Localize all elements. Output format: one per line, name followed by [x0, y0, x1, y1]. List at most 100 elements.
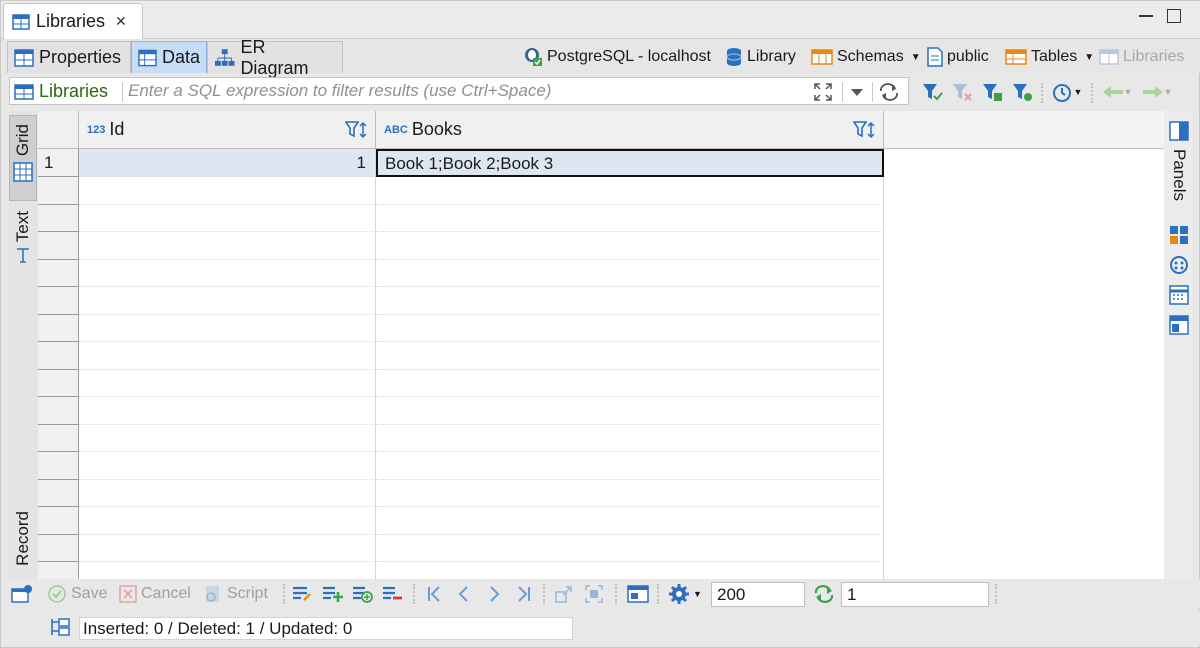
back-arrow-icon[interactable]: ▼: [1099, 81, 1135, 103]
copy-row-icon[interactable]: [351, 584, 373, 604]
editor-window: Libraries ✕ Properties Data ER Diagram P…: [0, 0, 1200, 648]
row-count-field[interactable]: 1: [841, 582, 989, 607]
empty-row-header: [38, 314, 79, 342]
forward-arrow-icon[interactable]: ▼: [1139, 81, 1175, 103]
tab-label: Data: [161, 47, 200, 67]
filter-bar: Libraries: [9, 77, 909, 105]
empty-cell: [376, 562, 884, 579]
empty-row-header: [38, 534, 79, 562]
empty-cell: [79, 204, 376, 232]
save-button[interactable]: Save: [47, 583, 107, 605]
history-dropdown-icon[interactable]: [846, 81, 868, 103]
editor-tab-row: Libraries ✕: [1, 1, 1200, 39]
database-icon: [726, 48, 742, 66]
empty-row-header: [38, 259, 79, 287]
breadcrumb-tables[interactable]: Tables ▼: [1005, 45, 1094, 69]
chevron-down-icon[interactable]: ▼: [911, 52, 921, 63]
results-grid[interactable]: 123 Id ABC Books 1 1 Book 1;Book 2;Book …: [38, 111, 1164, 579]
tab-record[interactable]: Record: [9, 511, 37, 579]
gear-icon[interactable]: ▼: [665, 584, 705, 604]
grouping-icon[interactable]: [1169, 315, 1189, 335]
export-icon[interactable]: [627, 584, 649, 604]
sort-filter-icon[interactable]: [345, 120, 369, 140]
clear-filter-icon[interactable]: [951, 81, 975, 103]
breadcrumb-schema[interactable]: public: [927, 45, 989, 69]
fetch-size-input[interactable]: 200: [711, 582, 805, 607]
empty-row-header: [38, 397, 79, 425]
tab-data[interactable]: Data: [131, 41, 207, 73]
tab-grid[interactable]: Grid: [9, 115, 37, 201]
last-row-icon[interactable]: [513, 584, 535, 604]
panels-bar: Panels: [1165, 111, 1193, 579]
row-number[interactable]: 1: [38, 149, 79, 177]
edit-row-icon[interactable]: [291, 584, 313, 604]
cell-books-value: Book 1;Book 2;Book 3: [385, 154, 554, 173]
fetch-all-icon[interactable]: [583, 584, 605, 604]
table-icon: [12, 13, 30, 30]
empty-cell: [376, 534, 884, 562]
divider: [543, 584, 545, 604]
editor-tab-libraries[interactable]: Libraries ✕: [3, 3, 143, 39]
tables-label: Tables: [1031, 48, 1078, 65]
grid-corner: [38, 111, 79, 149]
tab-er-diagram[interactable]: ER Diagram: [207, 37, 343, 78]
cell-id[interactable]: 1: [79, 149, 376, 177]
script-button[interactable]: Script: [203, 583, 268, 605]
delete-row-icon[interactable]: [381, 584, 403, 604]
panels-icon[interactable]: [1169, 121, 1189, 141]
maximize-icon[interactable]: [1167, 9, 1181, 23]
column-header-books[interactable]: ABC Books: [376, 111, 884, 149]
empty-row-header: [38, 232, 79, 260]
empty-cell: [79, 424, 376, 452]
close-icon[interactable]: ✕: [115, 13, 127, 30]
empty-cell: [79, 452, 376, 480]
divider: [872, 82, 873, 102]
tables-icon: [1005, 49, 1027, 65]
chevron-down-icon[interactable]: ▼: [1084, 52, 1094, 63]
breadcrumb-schemas[interactable]: Schemas ▼: [811, 45, 921, 69]
tab-text[interactable]: Text: [9, 211, 37, 281]
first-row-icon[interactable]: [423, 584, 445, 604]
apply-filter-icon[interactable]: [921, 81, 945, 103]
schemas-label: Schemas: [837, 48, 904, 65]
divider: [657, 584, 659, 604]
expand-icon[interactable]: [812, 81, 834, 103]
table-icon: [14, 83, 34, 100]
save-filter-icon[interactable]: [981, 81, 1005, 103]
empty-cell: [79, 177, 376, 205]
empty-cell: [376, 232, 884, 260]
subtab-row: Properties Data ER Diagram PostgreSQL - …: [1, 37, 1200, 78]
cancel-button[interactable]: Cancel: [119, 583, 191, 605]
pending-changes-icon: [49, 617, 71, 637]
value-viewer-icon[interactable]: [1169, 225, 1189, 245]
divider: [122, 82, 123, 102]
empty-cell: [376, 397, 884, 425]
column-header-id[interactable]: 123 Id: [79, 111, 376, 149]
empty-row-header: [38, 204, 79, 232]
breadcrumb-table[interactable]: Libraries: [1099, 45, 1184, 69]
sort-filter-icon[interactable]: [853, 120, 877, 140]
tab-properties[interactable]: Properties: [7, 41, 131, 73]
add-row-icon[interactable]: [321, 584, 343, 604]
auto-refresh-icon[interactable]: ▼: [1049, 81, 1085, 103]
empty-cell: [376, 314, 884, 342]
divider: [1041, 83, 1043, 103]
refresh-icon[interactable]: [813, 584, 835, 604]
cell-books[interactable]: Book 1;Book 2;Book 3: [376, 149, 884, 177]
refresh-icon[interactable]: [878, 81, 900, 103]
fetch-next-icon[interactable]: [553, 584, 575, 604]
filter-settings-icon[interactable]: [1011, 81, 1035, 103]
minimize-icon[interactable]: [1139, 13, 1153, 17]
table-name: Libraries: [1123, 48, 1185, 65]
record-mode-icon[interactable]: [11, 584, 33, 604]
next-row-icon[interactable]: [483, 584, 505, 604]
cell-id-value: 1: [356, 153, 366, 172]
breadcrumb-database[interactable]: Library: [725, 45, 796, 69]
calc-icon[interactable]: [1169, 285, 1189, 305]
header-filler: [884, 111, 1164, 149]
metadata-icon[interactable]: [1169, 255, 1189, 275]
filter-input[interactable]: [128, 80, 808, 102]
breadcrumb-connection[interactable]: PostgreSQL - localhost: [523, 45, 711, 69]
filter-entity[interactable]: Libraries: [14, 81, 108, 102]
previous-row-icon[interactable]: [453, 584, 475, 604]
